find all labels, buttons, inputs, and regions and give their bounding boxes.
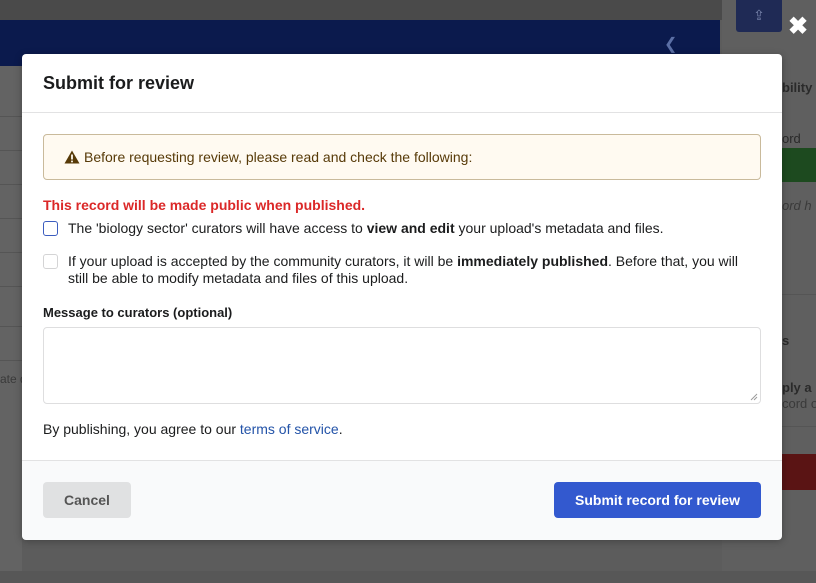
checkbox-row-curator-access[interactable]: The 'biology sector' curators will have … [43,220,761,237]
submit-review-button[interactable]: Submit record for review [554,482,761,518]
modal-actions: Cancel Submit record for review [22,460,782,540]
background-sidebar-text: ord h [782,198,812,213]
share-icon: ⇪ [736,0,782,32]
checkbox-row-publish-consent[interactable]: If your upload is accepted by the commun… [43,253,761,287]
message-field-label: Message to curators (optional) [43,305,233,320]
modal-header: Submit for review [22,54,782,113]
background-top-bar [0,0,816,20]
resize-handle-icon[interactable] [750,393,758,401]
checkbox-label: The 'biology sector' curators will have … [68,220,664,236]
background-bottom-bar [0,571,816,583]
warning-text: Before requesting review, please read an… [84,149,473,165]
chevron-left-icon: ❮ [664,36,678,53]
terms-of-service-link[interactable]: terms of service [240,421,339,437]
background-sidebar-text: cord o [782,396,816,411]
cancel-button[interactable]: Cancel [43,482,131,518]
submit-review-modal: Submit for review Before requesting revi… [22,54,782,540]
close-icon[interactable]: ✖ [788,14,808,40]
background-sidebar-text: bility [782,80,813,95]
background-sidebar-text: ord [782,131,801,146]
background-red-button [782,454,816,490]
publish-consent-checkbox[interactable] [43,254,58,269]
terms-text: By publishing, you agree to our terms of… [43,421,343,437]
message-textarea[interactable] [43,327,761,404]
public-notice: This record will be made public when pub… [43,197,366,213]
background-left-column [0,66,22,571]
curator-access-checkbox[interactable] [43,221,58,236]
background-sidebar-text: ply a [782,380,812,395]
modal-content: Before requesting review, please read an… [22,113,782,437]
warning-message: Before requesting review, please read an… [43,134,761,180]
modal-title: Submit for review [43,72,195,93]
background-green-button [782,148,816,182]
warning-triangle-icon [64,150,80,164]
background-sidebar-text: s [782,333,790,348]
checkbox-label: If your upload is accepted by the commun… [68,253,738,286]
